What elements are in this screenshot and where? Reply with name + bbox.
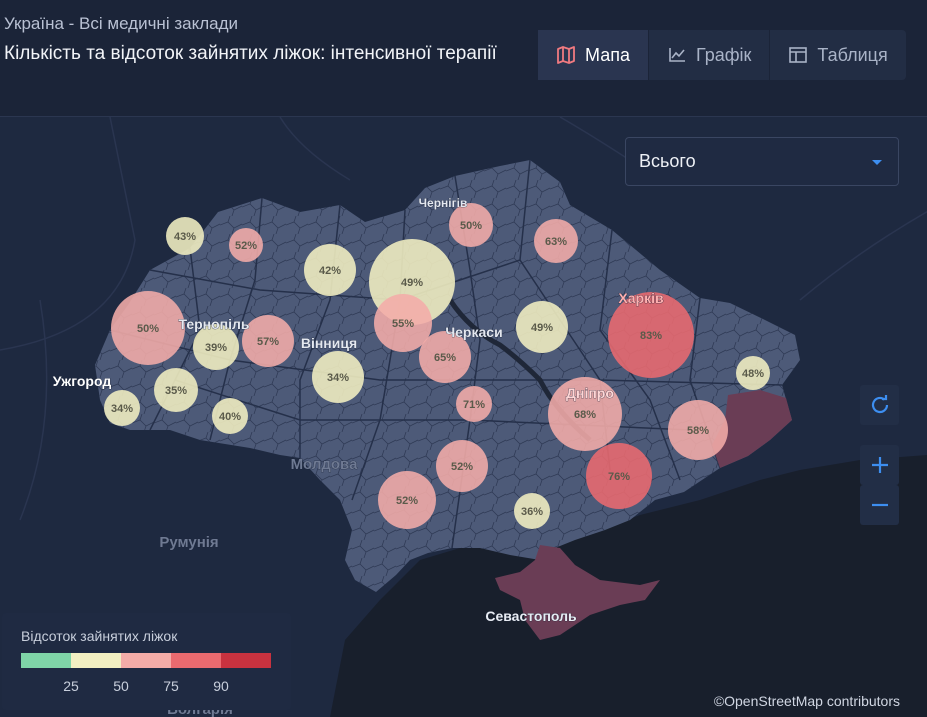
- legend-tick: 50: [113, 678, 129, 694]
- place-label: Вінниця: [301, 335, 357, 351]
- place-label: Севастополь: [485, 608, 577, 624]
- legend-tick: 75: [163, 678, 179, 694]
- region-bubble-label: 43%: [174, 231, 196, 243]
- region-bubble-label: 50%: [460, 220, 482, 232]
- legend-color-scale: [21, 653, 271, 668]
- legend-swatch: [21, 653, 71, 668]
- legend-swatch: [221, 653, 271, 668]
- region-bubble-label: 71%: [463, 399, 485, 411]
- header: Україна - Всі медичні заклади Кількість …: [0, 0, 927, 117]
- region-bubble-label: 58%: [687, 425, 709, 437]
- legend-tick: 90: [213, 678, 229, 694]
- table-icon: [789, 47, 808, 63]
- place-label: Харків: [618, 290, 664, 306]
- region-bubble-label: 52%: [451, 461, 473, 473]
- legend-tick: 25: [63, 678, 79, 694]
- place-label: Румунія: [159, 534, 218, 551]
- region-bubble-label: 49%: [401, 277, 423, 289]
- region-bubble-label: 83%: [640, 330, 662, 342]
- place-label: Тернопіль: [178, 316, 249, 332]
- place-label: Чернігів: [419, 196, 468, 210]
- map-icon: [557, 46, 575, 64]
- breadcrumb: Україна - Всі медичні заклади: [4, 14, 238, 33]
- chevron-down-icon: [872, 160, 882, 165]
- tab-table[interactable]: Таблиця: [769, 30, 905, 80]
- page-title: Кількість та відсоток зайнятих ліжок: ін…: [4, 43, 497, 64]
- region-bubble-label: 49%: [531, 322, 553, 334]
- tab-table-label: Таблиця: [817, 44, 888, 65]
- tab-chart[interactable]: Графік: [647, 30, 769, 80]
- place-label: Молдова: [291, 456, 359, 473]
- region-bubble-label: 36%: [521, 506, 543, 518]
- region-bubble-label: 34%: [111, 403, 133, 415]
- region-bubble-label: 39%: [205, 342, 227, 354]
- legend: Відсоток зайнятих ліжок 25 50 75 90: [2, 613, 291, 710]
- region-bubble-label: 63%: [545, 236, 567, 248]
- region-bubble-label: 52%: [235, 240, 257, 252]
- refresh-icon: [871, 395, 888, 414]
- region-bubble-label: 65%: [434, 352, 456, 364]
- map-attribution: ©OpenStreetMap contributors: [713, 693, 900, 709]
- region-bubble-label: 76%: [608, 471, 630, 483]
- place-label: Черкаси: [445, 324, 502, 340]
- line-chart-icon: [669, 48, 685, 62]
- tab-chart-label: Графік: [695, 44, 752, 65]
- region-bubble-label: 50%: [137, 323, 159, 335]
- zoom-in-button[interactable]: [860, 445, 899, 485]
- reset-view-button[interactable]: [860, 385, 899, 425]
- place-label: Дніпро: [566, 385, 614, 401]
- place-label: Ужгород: [53, 373, 112, 389]
- filter-dropdown[interactable]: Всього: [625, 137, 899, 186]
- legend-swatch: [171, 653, 221, 668]
- region-bubble-label: 52%: [396, 495, 418, 507]
- region-bubble-label: 55%: [392, 318, 414, 330]
- zoom-out-button[interactable]: [860, 485, 899, 525]
- region-bubble-label: 35%: [165, 385, 187, 397]
- filter-dropdown-value: Всього: [639, 151, 696, 171]
- region-bubble-label: 57%: [257, 336, 279, 348]
- region-bubble-label: 48%: [742, 368, 764, 380]
- view-tabs: Мапа Графік Таблиця: [538, 30, 906, 80]
- legend-swatch: [121, 653, 171, 668]
- region-bubble-label: 34%: [327, 372, 349, 384]
- region-bubble-label: 68%: [574, 409, 596, 421]
- legend-title: Відсоток зайнятих ліжок: [21, 628, 178, 644]
- tab-map[interactable]: Мапа: [538, 30, 648, 80]
- plus-icon: [871, 457, 888, 473]
- minus-icon: [871, 503, 888, 507]
- map[interactable]: 43% 52% 42% 49% 50% 63% 50% 39% 57% 55% 65% 49% 83% 3…: [0, 117, 927, 717]
- region-bubble-label: 42%: [319, 265, 341, 277]
- tab-map-label: Мапа: [585, 44, 630, 65]
- legend-swatch: [71, 653, 121, 668]
- region-bubble-label: 40%: [219, 411, 241, 423]
